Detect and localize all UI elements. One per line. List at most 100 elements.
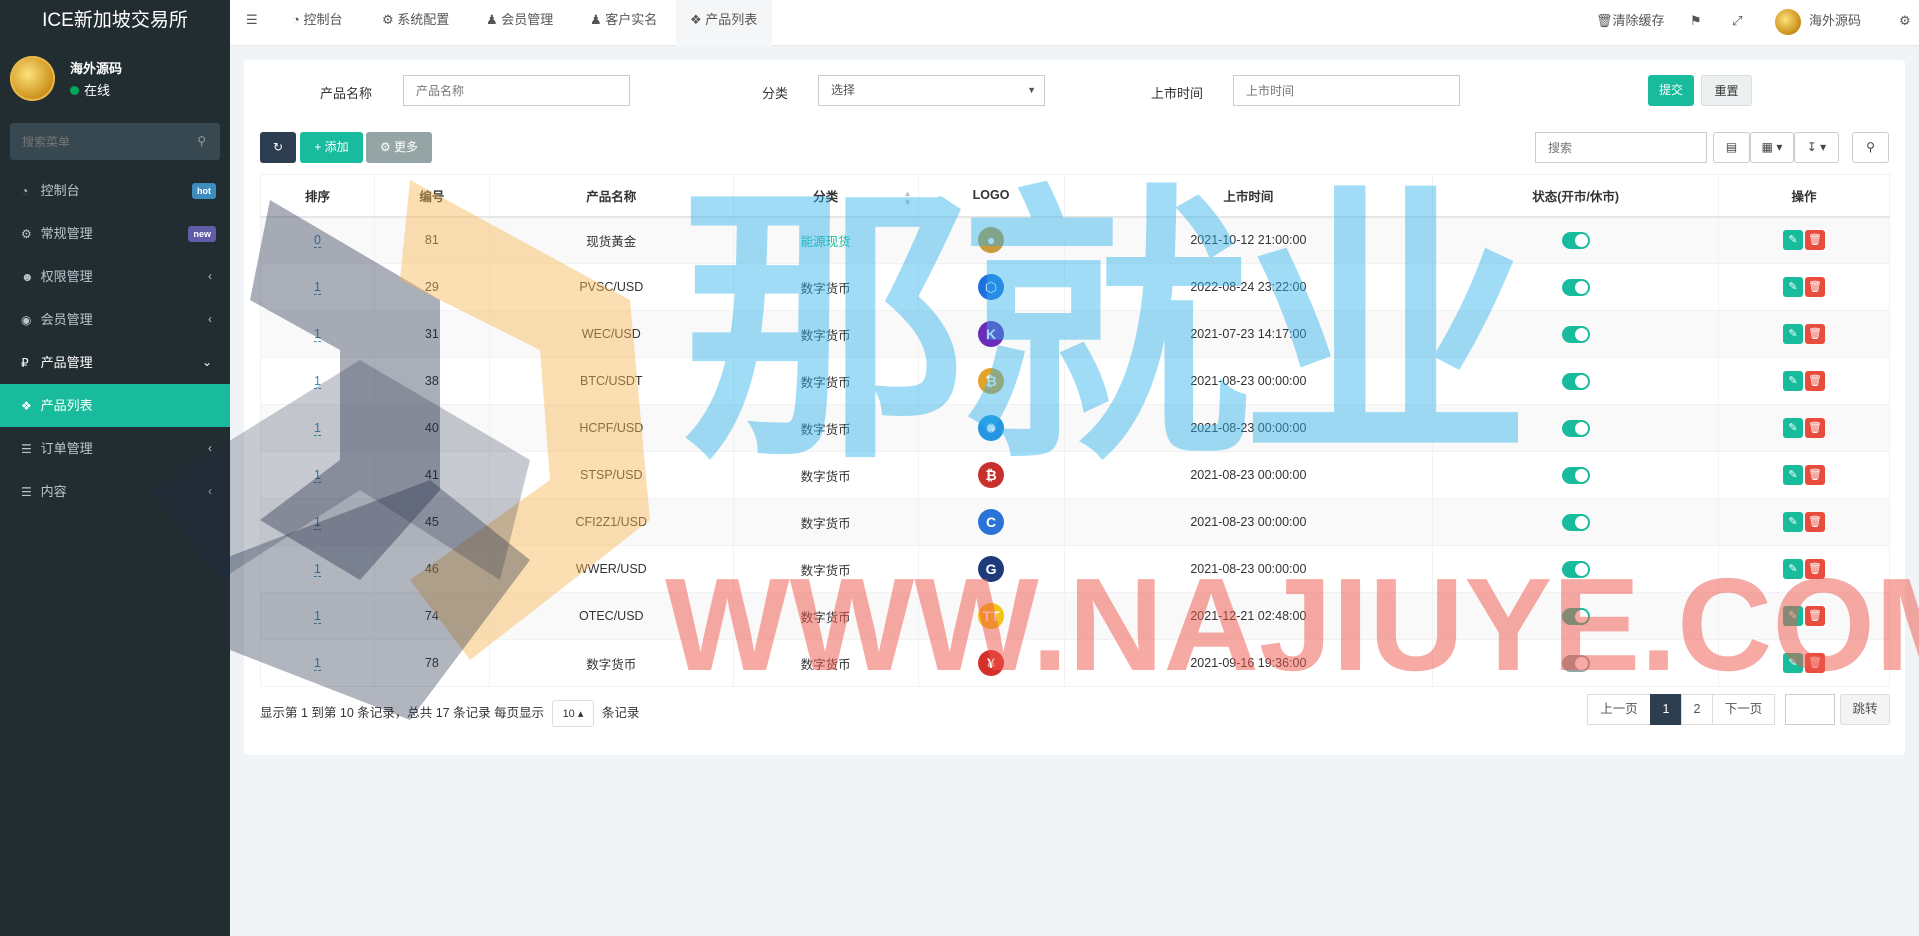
category-link[interactable]: 数字货币 xyxy=(801,470,851,484)
sidebar-item-products[interactable]: ₽ 产品管理 ⌄ xyxy=(0,341,230,384)
sort-editable[interactable]: 0 xyxy=(313,233,321,249)
delete-button[interactable]: 🗑 xyxy=(1805,653,1826,673)
category-link[interactable]: 数字货币 xyxy=(801,564,851,578)
jump-page-input[interactable] xyxy=(1785,694,1835,725)
category-link[interactable]: 数字货币 xyxy=(801,376,851,390)
tab-product-list[interactable]: ❖ 产品列表 xyxy=(676,0,772,46)
sort-editable[interactable]: 1 xyxy=(313,421,321,436)
tt-logo[interactable]: TT xyxy=(978,603,1005,629)
delete-button[interactable]: 🗑 xyxy=(1805,559,1826,579)
status-toggle[interactable] xyxy=(1561,560,1590,578)
sidebar-item-members[interactable]: ◉ 会员管理 ‹ xyxy=(0,298,230,341)
hexagon-logo[interactable]: ⬡ xyxy=(978,274,1005,300)
category-link[interactable]: 数字货币 xyxy=(801,329,851,343)
delete-button[interactable]: 🗑 xyxy=(1805,512,1826,532)
settings-icon[interactable]: ⚙ xyxy=(1899,0,1911,46)
submit-button[interactable]: 提交 xyxy=(1648,75,1694,106)
gear-logo[interactable]: ✹ xyxy=(978,415,1005,441)
category-select[interactable]: 选择 ▼ xyxy=(818,75,1045,106)
prev-page-button[interactable]: 上一页 xyxy=(1587,694,1651,725)
delete-button[interactable]: 🗑 xyxy=(1805,277,1826,297)
menu-search-input[interactable] xyxy=(10,123,220,160)
edit-button[interactable]: ✎ xyxy=(1783,418,1804,438)
sort-editable[interactable]: 1 xyxy=(313,468,321,483)
reset-button[interactable]: 重置 xyxy=(1701,75,1752,106)
delete-button[interactable]: 🗑 xyxy=(1805,230,1826,251)
sort-editable[interactable]: 1 xyxy=(313,562,321,577)
edit-button[interactable]: ✎ xyxy=(1783,277,1804,297)
page-1-button[interactable]: 1 xyxy=(1650,694,1682,725)
status-toggle[interactable] xyxy=(1561,325,1590,343)
column-header-name[interactable]: 产品名称 xyxy=(488,174,734,218)
bitcoin-logo[interactable]: ₿ xyxy=(978,368,1005,394)
app-title[interactable]: ICE新加坡交易所 xyxy=(0,0,230,46)
status-toggle[interactable] xyxy=(1561,231,1590,249)
sidebar-item-auth[interactable]: ☻ 权限管理 ‹ xyxy=(0,255,230,298)
more-button[interactable]: ⚙ 更多 xyxy=(366,132,432,163)
sort-editable[interactable]: 1 xyxy=(313,609,321,624)
fullscreen-icon[interactable]: ⤢ xyxy=(1732,0,1742,46)
tab-members[interactable]: ♟ 会员管理 xyxy=(486,0,553,46)
refresh-button[interactable]: ↻ xyxy=(260,132,296,163)
listing-time-input[interactable] xyxy=(1233,75,1460,106)
sort-editable[interactable]: 1 xyxy=(313,656,321,671)
category-link[interactable]: 数字货币 xyxy=(801,658,851,672)
toggle-view-button[interactable]: ▤ xyxy=(1713,132,1750,163)
bitcoin-heart-logo[interactable]: ₿ xyxy=(978,462,1005,488)
column-header-id[interactable]: 编号 xyxy=(373,174,490,218)
tab-dashboard[interactable]: ◔ 控制台 xyxy=(292,0,342,46)
sidebar-toggle-icon[interactable]: ☰ xyxy=(246,0,258,46)
status-toggle[interactable] xyxy=(1561,466,1590,484)
status-toggle[interactable] xyxy=(1561,278,1590,296)
edit-button[interactable]: ✎ xyxy=(1783,371,1804,391)
yuan-logo[interactable]: ¥ xyxy=(978,650,1005,676)
category-link[interactable]: 数字货币 xyxy=(801,423,851,437)
search-icon[interactable]: ⚲ xyxy=(197,134,206,148)
columns-button[interactable]: ▦ ▾ xyxy=(1750,132,1794,163)
status-toggle[interactable] xyxy=(1561,372,1590,390)
sort-icon[interactable]: ▲ ▼ xyxy=(904,189,912,207)
delete-button[interactable]: 🗑 xyxy=(1805,418,1826,438)
sort-editable[interactable]: 1 xyxy=(313,374,321,389)
page-2-button[interactable]: 2 xyxy=(1681,694,1713,725)
tab-real-name[interactable]: ♟ 客户实名 xyxy=(590,0,657,46)
sidebar-item-content[interactable]: ☰ 内容 ‹ xyxy=(0,470,230,513)
column-header-category[interactable]: 分类 ▲ ▼ xyxy=(732,174,919,218)
sidebar-item-product-list[interactable]: ❖ 产品列表 xyxy=(0,384,230,427)
category-link[interactable]: 数字货币 xyxy=(801,282,851,296)
column-header-sort[interactable]: 排序 xyxy=(260,174,375,218)
language-icon[interactable]: ⚑ xyxy=(1690,0,1702,46)
delete-button[interactable]: 🗑 xyxy=(1805,371,1826,391)
advanced-search-button[interactable]: ⚲ xyxy=(1852,132,1889,163)
category-link[interactable]: 能源现货 xyxy=(801,235,851,249)
edit-button[interactable]: ✎ xyxy=(1783,653,1804,673)
sort-editable[interactable]: 1 xyxy=(313,280,321,295)
edit-button[interactable]: ✎ xyxy=(1783,559,1804,579)
sort-editable[interactable]: 1 xyxy=(313,515,321,530)
sidebar-item-orders[interactable]: ☰ 订单管理 ‹ xyxy=(0,427,230,470)
category-link[interactable]: 数字货币 xyxy=(801,517,851,531)
c-logo[interactable]: C xyxy=(978,509,1005,535)
g-logo[interactable]: G xyxy=(978,556,1005,582)
edit-button[interactable]: ✎ xyxy=(1783,606,1804,626)
delete-button[interactable]: 🗑 xyxy=(1805,465,1826,485)
status-toggle[interactable] xyxy=(1561,654,1590,672)
tab-system-config[interactable]: ⚙ 系统配置 xyxy=(382,0,449,46)
sidebar-item-dashboard[interactable]: ◔ 控制台 hot xyxy=(0,169,230,212)
edit-button[interactable]: ✎ xyxy=(1783,512,1804,532)
gold-coin-logo[interactable]: ● xyxy=(978,227,1005,254)
delete-button[interactable]: 🗑 xyxy=(1805,606,1826,626)
status-toggle[interactable] xyxy=(1561,419,1590,437)
sidebar-item-general[interactable]: ⚙ 常规管理 new xyxy=(0,212,230,255)
user-menu[interactable]: 海外源码 xyxy=(1775,0,1861,46)
delete-button[interactable]: 🗑 xyxy=(1805,324,1826,344)
column-header-time[interactable]: 上市时间 xyxy=(1063,174,1434,218)
status-toggle[interactable] xyxy=(1561,607,1590,625)
edit-button[interactable]: ✎ xyxy=(1783,230,1804,251)
status-toggle[interactable] xyxy=(1561,513,1590,531)
jump-button[interactable]: 跳转 xyxy=(1840,694,1890,725)
table-search-input[interactable] xyxy=(1535,132,1707,163)
page-size-select[interactable]: 10 ▴ xyxy=(551,700,595,727)
category-link[interactable]: 数字货币 xyxy=(801,611,851,625)
export-button[interactable]: ↧ ▾ xyxy=(1794,132,1839,163)
